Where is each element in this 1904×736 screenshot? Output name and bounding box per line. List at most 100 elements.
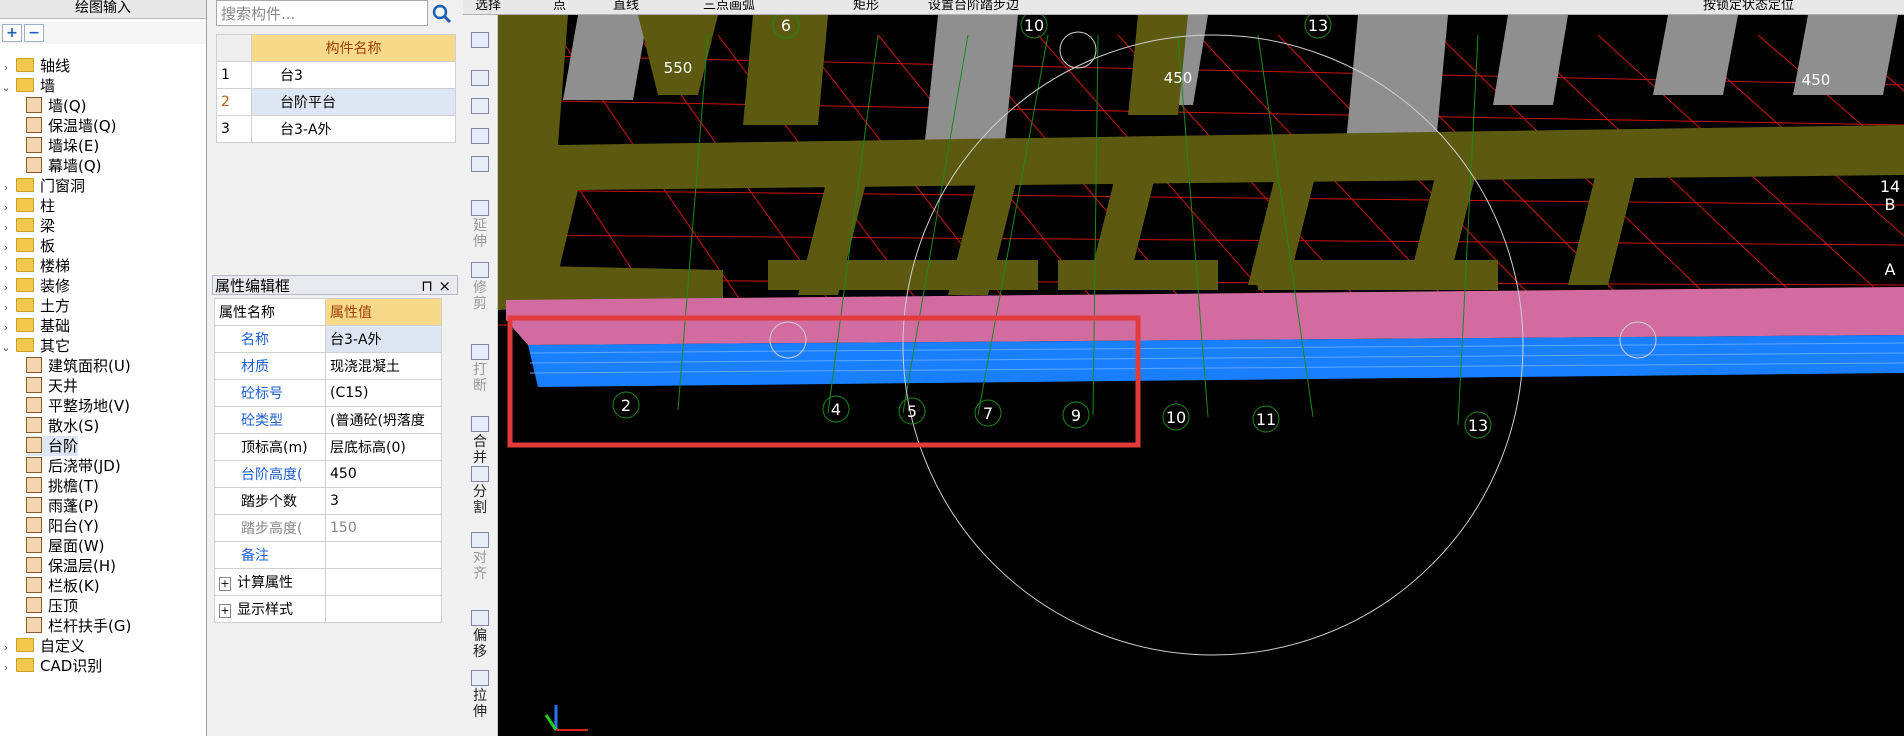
property-row[interactable]: + 显示样式 <box>214 595 442 623</box>
tree-item[interactable]: 挑檐(T) <box>26 476 99 496</box>
tool-4[interactable]: 分割 <box>463 466 497 516</box>
tree-item[interactable]: 屋面(W) <box>26 536 105 556</box>
tool-6[interactable]: 偏移 <box>463 610 497 660</box>
property-row[interactable]: 踏步高度(150 <box>214 514 442 542</box>
remove-button[interactable]: − <box>24 24 44 42</box>
expand-icon[interactable]: › <box>0 658 12 678</box>
expand-icon[interactable]: + <box>219 577 231 591</box>
component-name[interactable]: 台阶平台 <box>251 88 456 116</box>
expand-icon[interactable]: › <box>0 238 12 258</box>
tool-1[interactable]: 修剪 <box>463 262 497 312</box>
toolbar-item-3[interactable]: 三点画弧 <box>703 0 755 12</box>
tree-item[interactable]: 阳台(Y) <box>26 516 99 536</box>
property-value[interactable]: 450 <box>325 460 442 488</box>
toolbar-item-1[interactable]: 点 <box>553 0 566 12</box>
tool-3[interactable]: 合并 <box>463 416 497 466</box>
expand-icon[interactable]: › <box>0 218 12 238</box>
tree-item[interactable]: › 梁 <box>0 216 55 236</box>
tool-0[interactable]: 延伸 <box>463 200 497 250</box>
tree-item[interactable]: 后浇带(JD) <box>26 456 121 476</box>
property-value[interactable]: 现浇混凝土 <box>325 352 442 380</box>
property-row[interactable]: 台阶高度(450 <box>214 460 442 488</box>
tree-item[interactable]: 建筑面积(U) <box>26 356 131 376</box>
toolbar-item-5[interactable]: 设置台阶踏步边 <box>928 0 1019 12</box>
mirror-icon[interactable] <box>463 98 497 116</box>
property-value[interactable]: 台3-A外 <box>325 325 442 353</box>
tree-item[interactable]: › 门窗洞 <box>0 176 85 196</box>
collapse-icon[interactable]: ⌄ <box>0 338 12 358</box>
property-value[interactable]: (C15) <box>325 379 442 407</box>
component-row[interactable]: 2 台阶平台 <box>216 88 456 116</box>
tree-item[interactable]: 压顶 <box>26 596 78 616</box>
tree-item[interactable]: › 柱 <box>0 196 55 216</box>
tree-item[interactable]: 墙垛(E) <box>26 136 99 156</box>
tree-item[interactable]: ⌄ 其它 <box>0 336 70 356</box>
tree-item[interactable]: 栏板(K) <box>26 576 100 596</box>
property-value[interactable] <box>325 595 442 623</box>
tool-5[interactable]: 对齐 <box>463 532 497 582</box>
add-button[interactable]: + <box>2 24 22 42</box>
tree-item[interactable]: 栏杆扶手(G) <box>26 616 131 636</box>
copy-icon[interactable] <box>463 70 497 88</box>
pencil-icon[interactable] <box>463 32 497 50</box>
property-row[interactable]: 名称 台3-A外 <box>214 325 442 353</box>
tree-item[interactable]: › CAD识别 <box>0 656 103 678</box>
toolbar-item-7[interactable]: 按锁定状态定位 <box>1703 0 1794 12</box>
tree-item[interactable]: › 基础 <box>0 316 70 336</box>
tree-item[interactable]: 幕墙(Q) <box>26 156 102 176</box>
expand-icon[interactable]: › <box>0 198 12 218</box>
property-value[interactable] <box>325 541 442 569</box>
component-name[interactable]: 台3 <box>251 61 456 89</box>
property-value[interactable]: (普通砼(坍落度 <box>325 406 442 434</box>
3d-viewport[interactable]: 2 4 5 7 9 10 11 13 6 10 13 14 B A 550 450 450 <box>498 15 1904 736</box>
tree-item[interactable]: › 楼梯 <box>0 256 70 276</box>
property-row[interactable]: 砼类型 (普通砼(坍落度 <box>214 406 442 434</box>
tree-item[interactable]: › 轴线 <box>0 56 70 76</box>
tree-item[interactable]: 雨蓬(P) <box>26 496 99 516</box>
property-row[interactable]: 备注 <box>214 541 442 569</box>
property-value[interactable]: 3 <box>325 487 442 515</box>
close-icon[interactable]: × <box>438 276 451 296</box>
tree-item[interactable]: › 板 <box>0 236 55 256</box>
tree-item[interactable]: 平整场地(V) <box>26 396 130 416</box>
property-row[interactable]: 踏步个数 3 <box>214 487 442 515</box>
tree-item[interactable]: › 装修 <box>0 276 70 296</box>
collapse-icon[interactable]: ⌄ <box>0 78 12 98</box>
tree-item[interactable]: ⌄ 墙 <box>0 76 55 96</box>
property-row[interactable]: 顶标高(m) 层底标高(0) <box>214 433 442 461</box>
component-name[interactable]: 台3-A外 <box>251 115 456 143</box>
expand-icon[interactable]: › <box>0 278 12 298</box>
property-row[interactable]: + 计算属性 <box>214 568 442 596</box>
pin-icon[interactable]: ⊓ <box>421 276 433 296</box>
tool-2[interactable]: 打断 <box>463 344 497 394</box>
tree-item[interactable]: 散水(S) <box>26 416 99 436</box>
move-icon[interactable] <box>463 128 497 146</box>
expand-icon[interactable]: › <box>0 318 12 338</box>
tree-item[interactable]: 保温墙(Q) <box>26 116 117 136</box>
property-row[interactable]: 材质 现浇混凝土 <box>214 352 442 380</box>
tree-item[interactable]: › 土方 <box>0 296 70 316</box>
property-value[interactable]: 层底标高(0) <box>325 433 442 461</box>
property-value[interactable] <box>325 568 442 596</box>
toolbar-item-0[interactable]: 选择 <box>475 0 501 12</box>
expand-icon[interactable]: › <box>0 298 12 318</box>
component-row[interactable]: 3 台3-A外 <box>216 115 456 143</box>
tree-item[interactable]: › 自定义 <box>0 636 85 656</box>
component-row[interactable]: 1 台3 <box>216 61 456 89</box>
tree-item[interactable]: 保温层(H) <box>26 556 116 576</box>
search-icon[interactable] <box>430 2 454 26</box>
expand-icon[interactable]: › <box>0 58 12 78</box>
tree-item[interactable]: 台阶 <box>26 436 79 456</box>
tool-7[interactable]: 拉伸 <box>463 670 497 720</box>
tree-item[interactable]: 墙(Q) <box>26 96 87 116</box>
toolbar-item-2[interactable]: 直线 <box>613 0 639 12</box>
toolbar-item-4[interactable]: 矩形 <box>853 0 879 12</box>
expand-icon[interactable]: › <box>0 638 12 658</box>
expand-icon[interactable]: › <box>0 258 12 278</box>
3d-scene[interactable]: 2 4 5 7 9 10 11 13 6 10 13 14B A 550 450 450 <box>498 15 1904 736</box>
property-row[interactable]: 砼标号 (C15) <box>214 379 442 407</box>
tree-item[interactable]: 天井 <box>26 376 78 396</box>
rotate-icon[interactable] <box>463 156 497 174</box>
expand-icon[interactable]: + <box>219 604 231 618</box>
expand-icon[interactable]: › <box>0 178 12 198</box>
